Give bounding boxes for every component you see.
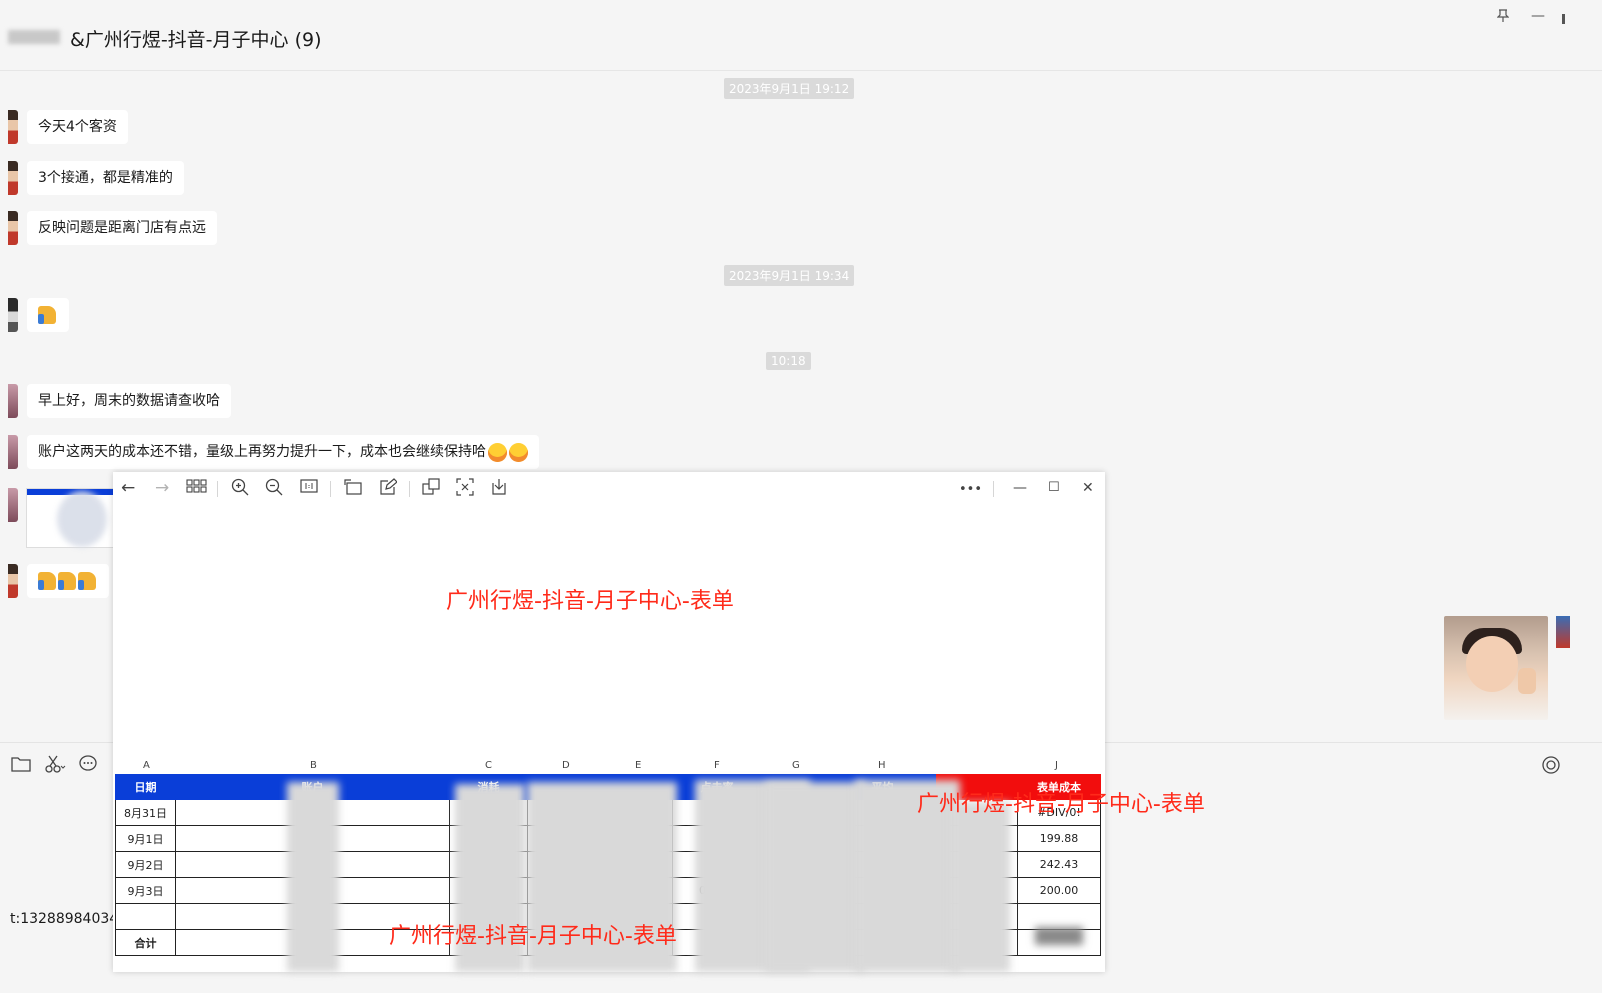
sticker-image[interactable] xyxy=(1444,616,1548,720)
blurred-name xyxy=(8,30,60,44)
smile-emoji-icon xyxy=(488,442,507,462)
watermark-text: 广州行煜-抖音-月子中心-表单 xyxy=(446,589,734,614)
smile-emoji-icon xyxy=(509,442,528,462)
viewer-minimize-button[interactable]: — xyxy=(1013,478,1027,498)
message-bubble[interactable]: 账户这两天的成本还不错，量级上再努力提升一下，成本也会继续保持哈 xyxy=(27,435,539,469)
zoom-in-icon[interactable] xyxy=(231,478,249,501)
avatar[interactable] xyxy=(8,384,18,418)
folder-icon[interactable] xyxy=(11,755,31,778)
message-text: 账户这两天的成本还不错，量级上再努力提升一下，成本也会继续保持哈 xyxy=(38,444,486,460)
avatar[interactable] xyxy=(8,161,18,195)
grid-view-icon[interactable] xyxy=(186,478,208,499)
viewer-maximize-button[interactable]: ☐ xyxy=(1048,478,1060,498)
avatar[interactable] xyxy=(8,298,18,332)
thumbs-up-icon xyxy=(38,306,56,324)
avatar[interactable] xyxy=(8,211,18,245)
download-icon[interactable] xyxy=(490,478,508,501)
thumbs-up-icon xyxy=(78,572,96,590)
phone-watermark-text: t:13288984034 xyxy=(10,911,119,927)
avatar[interactable] xyxy=(8,564,18,598)
avatar[interactable] xyxy=(8,110,18,144)
translate-icon[interactable] xyxy=(422,478,440,501)
chat-bubble-icon[interactable] xyxy=(78,755,98,778)
thumbs-up-icon xyxy=(38,572,56,590)
image-viewer-window[interactable]: ← → ••• — ☐ ✕ 广州行煜-抖音-月子中心-表单 A B C D E … xyxy=(113,472,1205,972)
timestamp: 2023年9月1日 19:12 xyxy=(724,78,855,99)
message-bubble-emoji[interactable] xyxy=(27,298,69,332)
thumbs-up-icon xyxy=(58,572,76,590)
watermark-text: 广州行煜-抖音-月子中心-表单 xyxy=(917,792,1205,817)
more-options-button[interactable]: ••• xyxy=(959,480,982,500)
message-bubble[interactable]: 今天4个客资 xyxy=(27,110,128,144)
image-message-thumbnail[interactable] xyxy=(26,488,114,548)
extract-text-icon[interactable] xyxy=(456,478,474,501)
scissors-icon[interactable] xyxy=(44,754,66,779)
pin-icon[interactable] xyxy=(1496,9,1510,27)
message-bubble-emoji[interactable] xyxy=(27,564,109,598)
viewer-toolbar: ← → ••• — ☐ ✕ xyxy=(113,472,1105,506)
sticker-image-partial[interactable] xyxy=(1556,616,1570,648)
avatar[interactable] xyxy=(8,488,18,522)
zoom-out-icon[interactable] xyxy=(265,478,283,501)
message-bubble[interactable]: 3个接通，都是精准的 xyxy=(27,161,184,195)
minimize-button[interactable]: — xyxy=(1531,8,1545,24)
column-letters: A B C D E F G H J xyxy=(143,760,1058,771)
message-bubble[interactable]: 早上好，周末的数据请查收哈 xyxy=(27,384,231,418)
viewer-close-button[interactable]: ✕ xyxy=(1082,478,1094,498)
watermark-text: 广州行煜-抖音-月子中心-表单 xyxy=(389,924,677,949)
message-bubble[interactable]: 反映问题是距离门店有点远 xyxy=(27,211,217,245)
window-edge-button[interactable] xyxy=(1562,14,1565,24)
chat-title[interactable]: &广州行煜-抖音-月子中心 (9) xyxy=(70,25,321,52)
actual-size-icon[interactable] xyxy=(300,478,318,499)
forward-arrow-icon[interactable]: → xyxy=(155,478,169,498)
edit-icon[interactable] xyxy=(379,478,398,501)
back-arrow-icon[interactable]: ← xyxy=(121,478,135,498)
timestamp: 10:18 xyxy=(766,352,811,370)
chat-header: &广州行煜-抖音-月子中心 (9) — xyxy=(0,0,1602,71)
avatar[interactable] xyxy=(8,435,18,469)
rotate-icon[interactable] xyxy=(343,478,363,501)
timestamp: 2023年9月1日 19:34 xyxy=(724,265,855,286)
voice-call-icon[interactable] xyxy=(1541,755,1561,780)
